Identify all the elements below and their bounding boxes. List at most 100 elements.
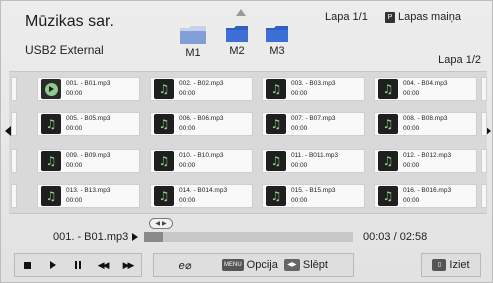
- file-tile[interactable]: ♫ 002. - B02.mp3 00:00: [150, 77, 253, 101]
- right-arrow-icon: ▶: [162, 220, 167, 227]
- file-tile[interactable]: ♫ 007. - B07.mp3 00:00: [262, 112, 365, 136]
- music-note-icon: ♫: [378, 79, 398, 99]
- folder-icon: [226, 26, 248, 42]
- grid-page-indicator: Lapa 1/2: [438, 54, 481, 66]
- music-note-icon: ♫: [41, 151, 61, 171]
- page-change-label: Lapas maiņa: [398, 11, 461, 23]
- hide-button[interactable]: ◀▶ Slēpt: [283, 259, 328, 271]
- file-tile[interactable]: 001. - B01.mp3 00:00: [37, 77, 140, 101]
- folder-label: M1: [185, 47, 201, 59]
- file-tile[interactable]: ♫ 003. - B03.mp3 00:00: [262, 77, 365, 101]
- file-duration: 00:00: [179, 162, 196, 169]
- page-key-icon: P: [385, 11, 395, 23]
- file-tile[interactable]: ♫ 015. - B15.mp3 00:00: [262, 184, 365, 208]
- exit-label: Iziet: [449, 259, 470, 271]
- file-duration: 00:00: [179, 90, 196, 97]
- file-name: 008. - B08.mp3: [403, 115, 448, 122]
- grid-edge-tile: [11, 184, 17, 208]
- file-duration: 00:00: [66, 90, 83, 97]
- file-name: 010. - B10.mp3: [179, 152, 224, 159]
- file-name: 012. - B012.mp3: [403, 152, 452, 159]
- page-change-button[interactable]: P Lapas maiņa: [385, 11, 461, 23]
- folder-icon: [266, 26, 288, 42]
- file-duration: 00:00: [291, 90, 308, 97]
- rewind-button[interactable]: ◀◀: [90, 254, 115, 276]
- file-duration: 00:00: [179, 125, 196, 132]
- file-name: 006. - B06.mp3: [179, 115, 224, 122]
- pause-icon: [74, 261, 81, 269]
- music-note-icon: ♫: [154, 114, 174, 134]
- option-label: Opcija: [246, 259, 278, 271]
- playback-time: 00:03 / 02:58: [363, 231, 428, 243]
- exit-button[interactable]: ▯ Iziet: [421, 253, 481, 277]
- file-name: 001. - B01.mp3: [66, 80, 111, 87]
- file-duration: 00:00: [291, 162, 308, 169]
- file-duration: 00:00: [179, 197, 196, 204]
- file-tile[interactable]: ♫ 011. - B011.mp3 00:00: [262, 149, 365, 173]
- file-name: 002. - B02.mp3: [179, 80, 224, 87]
- music-note-icon: ♫: [154, 186, 174, 206]
- play-icon: [49, 261, 56, 269]
- grid-edge-tile: [11, 149, 17, 173]
- music-note-icon: ♫: [266, 151, 286, 171]
- music-list-screen: Mūzikas sar. USB2 External M1 M2 M3 Lapa…: [0, 0, 493, 283]
- file-tile[interactable]: ♫ 010. - B10.mp3 00:00: [150, 149, 253, 173]
- eco-button[interactable]: e⌀: [154, 259, 216, 272]
- file-duration: 00:00: [66, 125, 83, 132]
- file-duration: 00:00: [403, 197, 420, 204]
- folder-label: M3: [269, 45, 285, 57]
- hide-label: Slēpt: [302, 259, 328, 271]
- file-tile[interactable]: ♫ 008. - B08.mp3 00:00: [374, 112, 477, 136]
- file-tile[interactable]: ♫ 004. - B04.mp3 00:00: [374, 77, 477, 101]
- file-duration: 00:00: [291, 197, 308, 204]
- grid-edge-tile: [481, 112, 487, 136]
- rewind-icon: ◀◀: [97, 259, 110, 270]
- folder-m3[interactable]: M3: [265, 23, 289, 57]
- file-tile[interactable]: ♫ 006. - B06.mp3 00:00: [150, 112, 253, 136]
- file-tile[interactable]: ♫ 005. - B05.mp3 00:00: [37, 112, 140, 136]
- music-note-icon: ♫: [41, 114, 61, 134]
- file-tile[interactable]: ♫ 016. - B016.mp3 00:00: [374, 184, 477, 208]
- file-duration: 00:00: [66, 197, 83, 204]
- fast-forward-icon: ▶▶: [122, 259, 135, 270]
- folder-m2[interactable]: M2: [225, 23, 249, 57]
- grid-edge-tile: [481, 149, 487, 173]
- pause-button[interactable]: [65, 254, 90, 276]
- file-duration: 00:00: [66, 162, 83, 169]
- file-name: 016. - B016.mp3: [403, 187, 452, 194]
- file-tile[interactable]: ♫ 012. - B012.mp3 00:00: [374, 149, 477, 173]
- music-note-icon: ♫: [378, 114, 398, 134]
- play-button[interactable]: [40, 254, 65, 276]
- file-name: 004. - B04.mp3: [403, 80, 448, 87]
- action-bar: e⌀ MENU Opcija ◀▶ Slēpt: [153, 253, 354, 277]
- grid-edge-tile: [11, 77, 17, 101]
- up-folder-arrow-icon[interactable]: [236, 9, 246, 16]
- forward-button[interactable]: ▶▶: [115, 254, 140, 276]
- grid-edge-tile: [11, 112, 17, 136]
- file-name: 015. - B15.mp3: [291, 187, 336, 194]
- stop-button[interactable]: [15, 254, 40, 276]
- progress-bar[interactable]: [144, 232, 353, 242]
- scrub-handle[interactable]: ◀ ▶: [149, 218, 173, 229]
- file-name: 011. - B011.mp3: [291, 152, 339, 159]
- file-duration: 00:00: [403, 162, 420, 169]
- file-tile[interactable]: ♫ 013. - B13.mp3 00:00: [37, 184, 140, 208]
- playing-music-icon: [41, 79, 61, 99]
- music-note-icon: ♫: [266, 79, 286, 99]
- file-tile[interactable]: ♫ 014. - B014.mp3 00:00: [150, 184, 253, 208]
- left-arrow-icon: ◀: [155, 220, 160, 227]
- music-note-icon: ♫: [266, 114, 286, 134]
- file-tile[interactable]: ♫ 009. - B09.mp3 00:00: [37, 149, 140, 173]
- progress-fill: [144, 232, 163, 242]
- music-note-icon: ♫: [154, 79, 174, 99]
- stop-icon: [24, 261, 31, 269]
- folder-m1[interactable]: M1: [179, 23, 207, 59]
- grid-edge-tile: [481, 184, 487, 208]
- page-title: Mūzikas sar.: [25, 13, 114, 30]
- exit-key-icon: ▯: [432, 259, 447, 271]
- option-button[interactable]: MENU Opcija: [222, 259, 278, 271]
- grid-edge-tile: [481, 77, 487, 101]
- now-playing: 001. - B01.mp3: [53, 231, 139, 243]
- file-name: 014. - B014.mp3: [179, 187, 228, 194]
- now-playing-track: 001. - B01.mp3: [53, 231, 129, 243]
